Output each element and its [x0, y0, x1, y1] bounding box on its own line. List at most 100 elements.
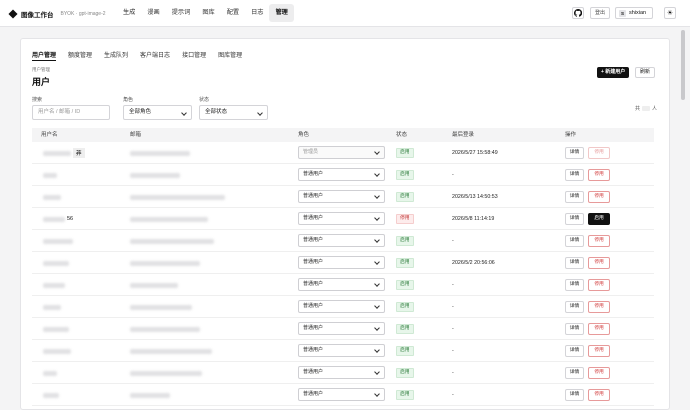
nav-link-5[interactable]: 日志 — [245, 4, 269, 22]
role-filter-label: 角色 — [123, 97, 134, 103]
chevron-down-icon — [374, 391, 380, 397]
status-filter-select[interactable]: 全部状态 — [199, 105, 268, 120]
role-filter-select[interactable]: 全部角色 — [123, 105, 192, 120]
sun-icon: ☀ — [666, 10, 674, 17]
chevron-down-icon — [374, 347, 380, 353]
last-login: - — [452, 326, 454, 332]
username-redacted — [43, 238, 73, 244]
username-cell — [43, 252, 69, 274]
theme-toggle-button[interactable]: ☀ — [664, 7, 676, 19]
avatar: S — [619, 9, 626, 17]
nav-link-1[interactable]: 漫画 — [141, 4, 165, 22]
username-cell — [43, 318, 69, 340]
role-value: 普通用户 — [303, 303, 324, 309]
role-select[interactable]: 普通用户 — [298, 190, 385, 203]
detail-button[interactable]: 详情 — [565, 213, 584, 225]
brand[interactable]: 图像工作台 BYOK · gpt-image-2 — [8, 9, 106, 19]
column-header: 最后登录 — [452, 132, 475, 138]
detail-button[interactable]: 详情 — [565, 345, 584, 357]
nav-link-6[interactable]: 管理 — [269, 4, 294, 22]
role-select[interactable]: 普通用户 — [298, 168, 385, 181]
tab-1[interactable]: 额度管理 — [68, 50, 92, 59]
disable-button: 停用 — [588, 147, 610, 159]
nav-link-4[interactable]: 配置 — [221, 4, 245, 22]
email-cell — [130, 186, 225, 208]
detail-button[interactable]: 详情 — [565, 257, 584, 269]
username-redacted — [43, 304, 61, 310]
role-select[interactable]: 普通用户 — [298, 234, 385, 247]
table-header: 用户名 邮箱 角色 状态 最后登录 操作 — [32, 128, 654, 142]
tab-0[interactable]: 用户管理 — [32, 50, 56, 59]
table-row: 普通用户 启用 2026/5/13 14:50:53 详情 停用 — [32, 186, 654, 208]
disable-button[interactable]: 停用 — [588, 389, 610, 401]
username-visible-part: 莽 — [73, 148, 85, 158]
role-value: 管理员 — [303, 149, 319, 155]
role-select[interactable]: 普通用户 — [298, 322, 385, 335]
detail-button[interactable]: 详情 — [565, 235, 584, 247]
detail-button[interactable]: 详情 — [565, 367, 584, 379]
role-select[interactable]: 普通用户 — [298, 366, 385, 379]
email-redacted — [130, 304, 192, 310]
disable-button[interactable]: 停用 — [588, 257, 610, 269]
brand-title: 图像工作台 — [21, 12, 54, 19]
username-cell — [43, 362, 57, 384]
role-select[interactable]: 普通用户 — [298, 212, 385, 225]
status-badge: 启用 — [396, 192, 414, 202]
status-badge: 启用 — [396, 236, 414, 246]
last-login: - — [452, 392, 454, 398]
disable-button[interactable]: 停用 — [588, 323, 610, 335]
username-visible-part: 56 — [67, 216, 74, 222]
detail-button[interactable]: 详情 — [565, 323, 584, 335]
role-filter-value: 全部角色 — [129, 109, 152, 115]
total-count: 共 人 — [635, 105, 657, 112]
chevron-down-icon — [374, 281, 380, 287]
role-select[interactable]: 普通用户 — [298, 278, 385, 291]
role-select[interactable]: 普通用户 — [298, 344, 385, 357]
role-value: 普通用户 — [303, 325, 324, 331]
tab-2[interactable]: 生成队列 — [104, 50, 128, 59]
scrollbar[interactable] — [681, 30, 685, 100]
detail-button[interactable]: 详情 — [565, 191, 584, 203]
disable-button[interactable]: 停用 — [588, 235, 610, 247]
nav-link-2[interactable]: 提示词 — [166, 4, 197, 22]
role-select[interactable]: 普通用户 — [298, 300, 385, 313]
username-redacted — [43, 370, 57, 376]
email-cell — [130, 208, 208, 230]
refresh-button[interactable]: 刷新 — [635, 67, 656, 78]
detail-button[interactable]: 详情 — [565, 301, 584, 313]
role-select[interactable]: 普通用户 — [298, 388, 385, 401]
detail-button[interactable]: 详情 — [565, 279, 584, 291]
search-input[interactable]: 用户名 / 邮箱 / ID — [32, 105, 110, 120]
username-cell — [43, 340, 71, 362]
nav-link-0[interactable]: 生成 — [117, 4, 141, 22]
detail-button[interactable]: 详情 — [565, 147, 584, 159]
disable-button[interactable]: 停用 — [588, 279, 610, 291]
email-redacted — [130, 194, 225, 200]
top-nav: 图像工作台 BYOK · gpt-image-2 生成 漫画 提示词 图库 配置 日志 管理… — [0, 0, 690, 27]
column-header: 用户名 — [41, 132, 58, 138]
user-menu[interactable]: S shixian — [615, 7, 653, 19]
role-select[interactable]: 普通用户 — [298, 256, 385, 269]
logout-button[interactable]: 登出 — [590, 7, 611, 19]
email-cell — [130, 384, 170, 406]
username-cell — [43, 296, 61, 318]
tab-5[interactable]: 图库管理 — [218, 50, 242, 59]
github-icon — [574, 9, 582, 17]
disable-button[interactable]: 停用 — [588, 367, 610, 379]
nav-link-3[interactable]: 图库 — [196, 4, 220, 22]
enable-button[interactable]: 启用 — [588, 213, 610, 225]
detail-button[interactable]: 详情 — [565, 169, 584, 181]
column-header: 邮箱 — [130, 132, 142, 138]
github-button[interactable] — [572, 7, 584, 19]
tab-4[interactable]: 接口管理 — [182, 50, 206, 59]
detail-button[interactable]: 详情 — [565, 389, 584, 401]
breadcrumb: 用户管理 — [32, 67, 50, 72]
new-user-button[interactable]: + 新建用户 — [597, 67, 630, 78]
disable-button[interactable]: 停用 — [588, 345, 610, 357]
brand-diamond-icon — [8, 9, 18, 19]
chevron-down-icon — [374, 193, 380, 199]
tab-3[interactable]: 客户端日志 — [140, 50, 170, 59]
disable-button[interactable]: 停用 — [588, 191, 610, 203]
disable-button[interactable]: 停用 — [588, 301, 610, 313]
disable-button[interactable]: 停用 — [588, 169, 610, 181]
